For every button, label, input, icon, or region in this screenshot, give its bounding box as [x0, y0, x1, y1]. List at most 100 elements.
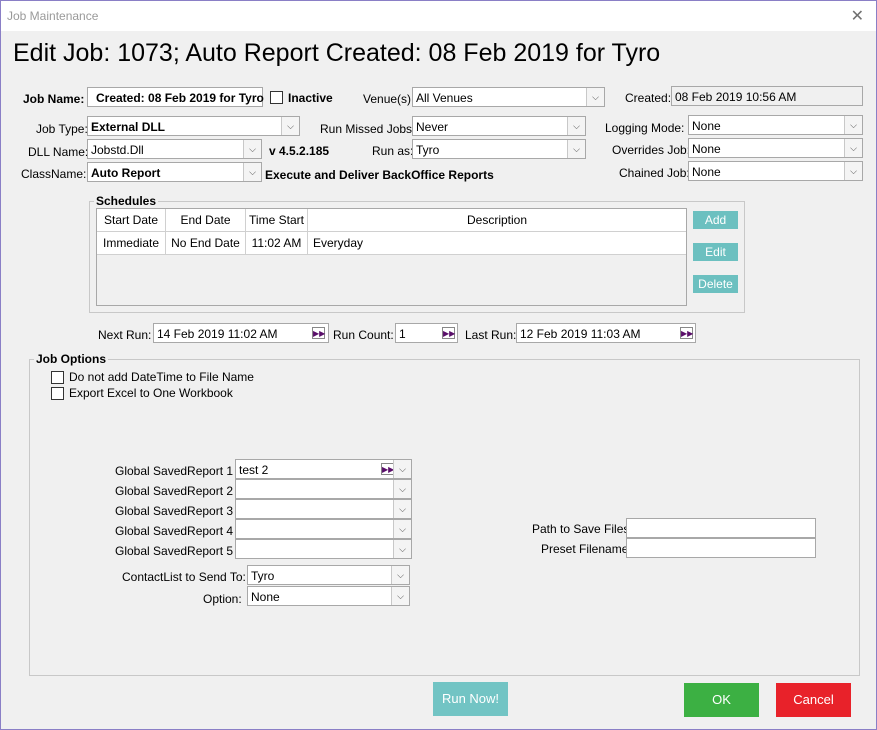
venues-select[interactable]: All Venues ⌵: [412, 87, 605, 107]
excel-one-workbook-label: Export Excel to One Workbook: [69, 386, 233, 400]
delete-schedule-button[interactable]: Delete: [693, 275, 738, 293]
chevron-down-icon[interactable]: ⌵: [243, 163, 261, 181]
run-count-field[interactable]: 1 ▶▶: [395, 323, 458, 343]
saved-report-3-select[interactable]: ⌵: [235, 499, 412, 519]
run-as-select[interactable]: Tyro ⌵: [412, 139, 586, 159]
table-cell: 11:02 AM: [246, 232, 308, 254]
chevron-down-icon[interactable]: ⌵: [567, 140, 585, 158]
contact-list-value: Tyro: [251, 569, 275, 583]
option-select[interactable]: None ⌵: [247, 586, 410, 606]
saved-report-5-label: Global SavedReport 5: [115, 544, 234, 558]
option-label: Option:: [203, 592, 242, 606]
inactive-label: Inactive: [288, 91, 333, 105]
job-name-field[interactable]: Created: 08 Feb 2019 for Tyro: [87, 87, 264, 107]
excel-one-workbook-checkbox[interactable]: [51, 387, 64, 400]
last-run-value: 12 Feb 2019 11:03 AM: [520, 327, 641, 341]
created-field: 08 Feb 2019 10:56 AM: [671, 86, 863, 106]
saved-report-4-select[interactable]: ⌵: [235, 519, 412, 539]
column-header[interactable]: Description: [308, 209, 686, 231]
venues-value: All Venues: [416, 91, 473, 105]
chained-job-value: None: [692, 165, 721, 179]
chevron-down-icon[interactable]: ⌵: [391, 566, 409, 584]
saved-report-1-select[interactable]: test 2 ▶▶ ⌵: [235, 459, 412, 479]
fast-forward-icon[interactable]: ▶▶: [442, 327, 455, 339]
logging-mode-label: Logging Mode:: [605, 121, 685, 135]
saved-report-4-label: Global SavedReport 4: [115, 524, 234, 538]
last-run-field[interactable]: 12 Feb 2019 11:03 AM ▶▶: [516, 323, 696, 343]
job-type-value: External DLL: [91, 120, 166, 134]
preset-filename-label: Preset Filename: [541, 542, 629, 556]
add-schedule-button[interactable]: Add: [693, 211, 738, 229]
schedules-header: Start Date End Date Time Start Descripti…: [97, 209, 686, 232]
window-title: Job Maintenance: [7, 9, 99, 23]
edit-schedule-button[interactable]: Edit: [693, 243, 738, 261]
saved-report-5-select[interactable]: ⌵: [235, 539, 412, 559]
next-run-value: 14 Feb 2019 11:02 AM: [157, 327, 278, 341]
logging-mode-value: None: [692, 119, 721, 133]
close-icon[interactable]: ✕: [851, 6, 864, 26]
overrides-job-select[interactable]: None ⌵: [688, 138, 863, 158]
classname-select[interactable]: Auto Report ⌵: [87, 162, 262, 182]
next-run-label: Next Run:: [98, 328, 152, 342]
chevron-down-icon[interactable]: ⌵: [393, 460, 411, 478]
chevron-down-icon[interactable]: ⌵: [586, 88, 604, 106]
no-datetime-checkbox[interactable]: [51, 371, 64, 384]
cancel-button[interactable]: Cancel: [776, 683, 851, 717]
saved-report-1-label: Global SavedReport 1: [115, 464, 234, 478]
dll-name-select[interactable]: Jobstd.Dll ⌵: [87, 139, 262, 159]
run-missed-value: Never: [416, 120, 449, 134]
overrides-job-label: Overrides Job:: [612, 143, 691, 157]
page-title: Edit Job: 1073; Auto Report Created: 08 …: [13, 39, 661, 67]
table-cell: Immediate: [97, 232, 166, 254]
ok-button[interactable]: OK: [684, 683, 759, 717]
job-name-value: Created: 08 Feb 2019 for Tyro: [96, 91, 264, 105]
chevron-down-icon[interactable]: ⌵: [393, 520, 411, 538]
chevron-down-icon[interactable]: ⌵: [391, 587, 409, 605]
schedules-table[interactable]: Start Date End Date Time Start Descripti…: [96, 208, 687, 306]
option-value: None: [251, 590, 280, 604]
chevron-down-icon[interactable]: ⌵: [844, 162, 862, 180]
saved-report-2-select[interactable]: ⌵: [235, 479, 412, 499]
overrides-job-value: None: [692, 142, 721, 156]
contact-list-select[interactable]: Tyro ⌵: [247, 565, 410, 585]
job-type-label: Job Type:: [36, 122, 88, 136]
run-now-button[interactable]: Run Now!: [433, 682, 508, 716]
path-to-save-label: Path to Save Files: [532, 522, 630, 536]
table-row[interactable]: Immediate No End Date 11:02 AM Everyday: [97, 232, 686, 255]
classname-label: ClassName:: [21, 167, 87, 181]
chevron-down-icon[interactable]: ⌵: [844, 116, 862, 134]
job-type-select[interactable]: External DLL ⌵: [87, 116, 300, 136]
chained-job-select[interactable]: None ⌵: [688, 161, 863, 181]
last-run-label: Last Run:: [465, 328, 517, 342]
fast-forward-icon[interactable]: ▶▶: [312, 327, 325, 339]
chevron-down-icon[interactable]: ⌵: [281, 117, 299, 135]
chevron-down-icon[interactable]: ⌵: [243, 140, 261, 158]
preset-filename-input[interactable]: [626, 538, 816, 558]
run-missed-label: Run Missed Jobs:: [320, 122, 416, 136]
chevron-down-icon[interactable]: ⌵: [567, 117, 585, 135]
job-name-label: Job Name:: [23, 92, 85, 106]
chevron-down-icon[interactable]: ⌵: [393, 540, 411, 558]
column-header[interactable]: End Date: [166, 209, 246, 231]
job-options-title: Job Options: [34, 352, 108, 366]
column-header[interactable]: Start Date: [97, 209, 166, 231]
dll-name-label: DLL Name:: [28, 145, 89, 159]
saved-report-2-label: Global SavedReport 2: [115, 484, 234, 498]
version-text: v 4.5.2.185: [269, 144, 330, 158]
saved-report-3-label: Global SavedReport 3: [115, 504, 234, 518]
column-header[interactable]: Time Start: [246, 209, 308, 231]
chevron-down-icon[interactable]: ⌵: [393, 500, 411, 518]
next-run-field[interactable]: 14 Feb 2019 11:02 AM ▶▶: [153, 323, 329, 343]
logging-mode-select[interactable]: None ⌵: [688, 115, 863, 135]
created-label: Created:: [625, 91, 672, 105]
class-description: Execute and Deliver BackOffice Reports: [265, 168, 494, 182]
no-datetime-label: Do not add DateTime to File Name: [69, 370, 254, 384]
run-as-label: Run as:: [372, 144, 414, 158]
inactive-checkbox[interactable]: [270, 91, 283, 104]
path-to-save-input[interactable]: [626, 518, 816, 538]
chevron-down-icon[interactable]: ⌵: [844, 139, 862, 157]
fast-forward-icon[interactable]: ▶▶: [680, 327, 693, 339]
chevron-down-icon[interactable]: ⌵: [393, 480, 411, 498]
contact-list-label: ContactList to Send To:: [122, 570, 246, 584]
run-missed-select[interactable]: Never ⌵: [412, 116, 586, 136]
